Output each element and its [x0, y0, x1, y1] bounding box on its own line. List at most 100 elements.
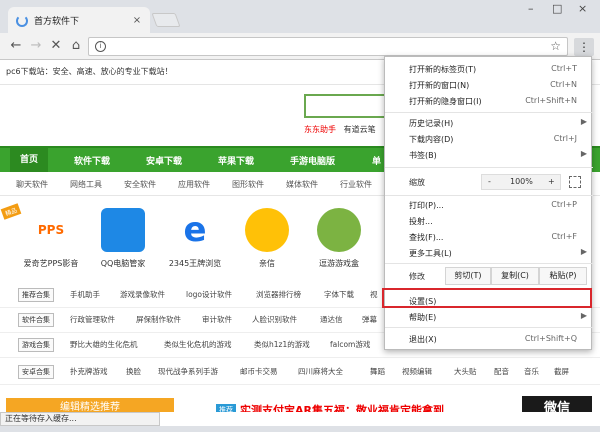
app-pps[interactable]: PPS 爱奇艺PPS影音 — [16, 208, 86, 269]
title-bar: 首方软件下 × – □ × — [0, 0, 600, 34]
menu-label: 历史记录(H) — [409, 119, 454, 128]
menu-new-tab[interactable]: 打开新的标签页(T) Ctrl+T — [385, 61, 593, 77]
collection-link[interactable]: 视 — [370, 289, 378, 300]
collection-link[interactable]: falcom游戏 — [330, 339, 370, 350]
chrome-menu-button[interactable]: ⋮ — [574, 38, 594, 56]
maximize-icon[interactable]: □ — [552, 2, 562, 15]
collection-link[interactable]: 舞蹈 — [370, 366, 385, 377]
cut-button[interactable]: 剪切(T) — [445, 267, 491, 285]
menu-label: 修改 — [409, 272, 425, 281]
copy-button[interactable]: 复制(C) — [491, 267, 539, 285]
menu-edit: 修改 剪切(T) 复制(C) 粘贴(P) — [385, 265, 593, 287]
stop-icon[interactable]: ✕ — [48, 38, 64, 54]
category-link[interactable]: 媒体软件 — [286, 179, 318, 190]
nav-software[interactable]: 软件下载 — [74, 154, 110, 167]
category-link[interactable]: 网络工具 — [70, 179, 102, 190]
menu-exit[interactable]: 退出(X) Ctrl+Shift+Q — [385, 331, 593, 347]
category-link[interactable]: 图形软件 — [232, 179, 264, 190]
pps-icon: PPS — [29, 208, 73, 252]
category-link[interactable]: 安全软件 — [124, 179, 156, 190]
menu-find[interactable]: 查找(F)... Ctrl+F — [385, 229, 593, 245]
collection-link[interactable]: 音乐 — [524, 366, 539, 377]
bookmark-star-icon[interactable]: ☆ — [550, 39, 561, 53]
collection-link[interactable]: 通达信 — [320, 314, 343, 325]
collection-link[interactable]: 行政管理软件 — [70, 314, 115, 325]
menu-shortcut: Ctrl+P — [551, 200, 577, 209]
collection-link[interactable]: logo设计软件 — [186, 289, 232, 300]
app-2345-browser[interactable]: e 2345王牌浏览 — [160, 208, 230, 269]
menu-shortcut: Ctrl+T — [551, 64, 577, 73]
menu-print[interactable]: 打印(P)... Ctrl+P — [385, 197, 593, 213]
collection-link[interactable]: 视频编辑 — [402, 366, 432, 377]
nav-home[interactable]: 首页 — [10, 148, 49, 172]
wechat-banner[interactable]: 微信 — [522, 396, 592, 412]
collection-link[interactable]: 大头贴 — [454, 366, 477, 377]
collection-link[interactable]: 游戏录像软件 — [120, 289, 165, 300]
menu-bookmarks[interactable]: 书签(B) ▶ — [385, 147, 593, 163]
category-link[interactable]: 行业软件 — [340, 179, 372, 190]
collection-link[interactable]: 现代战争系列手游 — [158, 366, 218, 377]
collection-link[interactable]: 四川麻将大全 — [298, 366, 343, 377]
collection-link[interactable]: 人脸识别软件 — [252, 314, 297, 325]
menu-separator — [385, 167, 593, 168]
submenu-arrow-icon: ▶ — [580, 311, 587, 320]
collection-link[interactable]: 屏保制作软件 — [136, 314, 181, 325]
collection-link[interactable]: 邮币卡交易 — [240, 366, 278, 377]
collection-link[interactable]: 审计软件 — [202, 314, 232, 325]
site-search-input[interactable] — [304, 94, 386, 118]
collection-link[interactable]: 字体下载 — [324, 289, 354, 300]
menu-history[interactable]: 历史记录(H) ▶ — [385, 115, 593, 131]
paste-button[interactable]: 粘贴(P) — [539, 267, 587, 285]
nav-more[interactable]: 单 — [372, 154, 381, 167]
headline[interactable]: 推荐 实测支付宝AR集五福：敬业福肯定能拿到 — [216, 402, 444, 412]
menu-downloads[interactable]: 下载内容(D) Ctrl+J — [385, 131, 593, 147]
zoom-out-button[interactable]: - — [488, 177, 491, 186]
editor-picks-bar[interactable]: 编辑精选推荐 — [6, 398, 174, 412]
minimize-icon[interactable]: – — [528, 2, 534, 15]
category-link[interactable]: 应用软件 — [178, 179, 210, 190]
menu-new-window[interactable]: 打开新的窗口(N) Ctrl+N — [385, 77, 593, 93]
collection-link[interactable]: 配音 — [494, 366, 509, 377]
nav-mobile-games[interactable]: 手游电脑版 — [290, 154, 335, 167]
tab-close-icon[interactable]: × — [130, 15, 144, 26]
app-douyou[interactable]: 逗游游戏盒 — [304, 208, 374, 269]
browser-tab[interactable]: 首方软件下 × — [8, 7, 150, 34]
collection-tag: 软件合集 — [18, 313, 54, 327]
collection-link[interactable]: 浏览器排行榜 — [256, 289, 301, 300]
collection-link[interactable]: 类似h1z1的游戏 — [254, 339, 310, 350]
zoom-level: 100% — [510, 177, 533, 186]
collection-link[interactable]: 野比大雄的生化危机 — [70, 339, 138, 350]
menu-more-tools[interactable]: 更多工具(L) ▶ — [385, 245, 593, 261]
forward-icon[interactable]: → — [28, 38, 44, 54]
collection-link[interactable]: 手机助手 — [70, 289, 100, 300]
collection-link[interactable]: 换脸 — [126, 366, 141, 377]
fullscreen-icon[interactable] — [569, 176, 581, 188]
collection-link[interactable]: 截屏 — [554, 366, 569, 377]
app-qq-manager[interactable]: QQ电脑管家 — [88, 208, 158, 269]
menu-cast[interactable]: 投射... — [385, 213, 593, 229]
collection-link[interactable]: 类似生化危机的游戏 — [164, 339, 232, 350]
nav-apple[interactable]: 苹果下载 — [218, 154, 254, 167]
menu-incognito[interactable]: 打开新的隐身窗口(I) Ctrl+Shift+N — [385, 93, 593, 109]
headline-text[interactable]: 实测支付宝AR集五福：敬业福肯定能拿到 — [240, 402, 444, 412]
info-icon[interactable]: i — [95, 41, 106, 52]
nav-android[interactable]: 安卓下载 — [146, 154, 182, 167]
close-window-icon[interactable]: × — [578, 2, 587, 15]
collection-link[interactable]: 扑克牌游戏 — [70, 366, 108, 377]
settings-highlight-box — [382, 288, 592, 308]
collection-link[interactable]: 弹幕 — [362, 314, 377, 325]
menu-label: 下载内容(D) — [409, 135, 454, 144]
menu-label: 打开新的标签页(T) — [409, 65, 477, 74]
hot-word[interactable]: 东东助手 — [304, 125, 336, 134]
menu-label: 更多工具(L) — [409, 249, 452, 258]
home-icon[interactable]: ⌂ — [68, 38, 84, 54]
game-box-icon — [317, 208, 361, 252]
category-link[interactable]: 聊天软件 — [16, 179, 48, 190]
menu-help[interactable]: 帮助(E) ▶ — [385, 309, 593, 325]
back-icon[interactable]: ← — [8, 38, 24, 54]
zoom-in-button[interactable]: + — [548, 177, 555, 186]
app-qinxin[interactable]: 亲信 — [232, 208, 302, 269]
hot-word[interactable]: 有道云笔 — [344, 125, 376, 134]
address-bar[interactable]: i ☆ — [88, 37, 568, 56]
new-tab-button[interactable] — [151, 13, 181, 27]
